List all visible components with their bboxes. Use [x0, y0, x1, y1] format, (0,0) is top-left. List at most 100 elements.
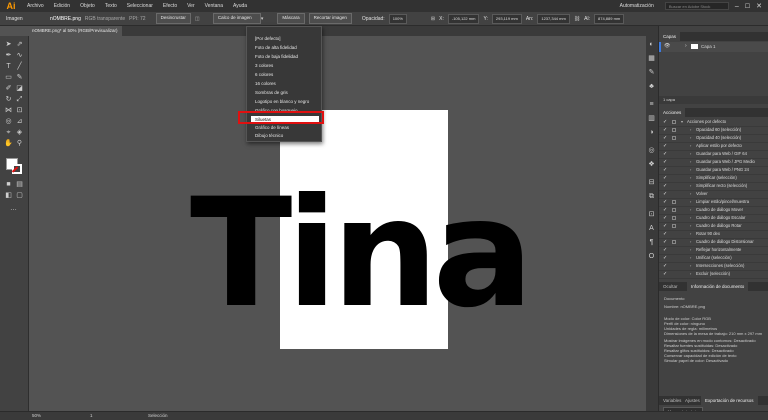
- menu-archivo[interactable]: Archivo: [22, 0, 49, 12]
- y-field[interactable]: 293,119 mm: [491, 13, 522, 24]
- screen-mode-icon[interactable]: ▢: [15, 191, 24, 200]
- selection-tool-icon[interactable]: ➤: [4, 40, 13, 49]
- line-tool-icon[interactable]: ╱: [15, 62, 24, 71]
- pathfinder-panel-icon[interactable]: ⧉: [647, 192, 656, 201]
- preset-6-colores[interactable]: 6 colores: [255, 71, 273, 79]
- visibility-eye-icon[interactable]: 👁: [664, 43, 670, 49]
- tab-capas[interactable]: Capas: [659, 32, 681, 41]
- workspace-switcher[interactable]: Automatización: [615, 0, 659, 12]
- file-info[interactable]: nOMBRE.png: [50, 16, 81, 22]
- canvas-text: Tina: [190, 180, 528, 320]
- pen-tool-icon[interactable]: ✒: [4, 51, 13, 60]
- page-field[interactable]: 1: [90, 413, 93, 418]
- search-input[interactable]: Buscar en Adobe Stock: [664, 2, 729, 10]
- chevron-down-icon[interactable]: ▾: [261, 16, 264, 22]
- align-icon[interactable]: ⊞: [431, 16, 435, 22]
- right-panels: Capas 👁 › Capa 1 1 capa Acciones ✓ ▾ Accio…: [658, 26, 768, 419]
- transparency-panel-icon[interactable]: ◑: [647, 128, 656, 137]
- preset-3-colores[interactable]: 3 colores: [255, 62, 273, 70]
- shaper-tool-icon[interactable]: ✐: [4, 84, 13, 93]
- symbols-panel-icon[interactable]: ♣: [647, 82, 656, 91]
- desincrustar-button[interactable]: Desincrustar: [155, 13, 191, 24]
- tab-exportacion[interactable]: Exportación de recursos: [701, 396, 758, 405]
- close-icon[interactable]: ✕: [756, 2, 762, 10]
- color-mode-icon[interactable]: ■: [4, 180, 13, 189]
- mascara-button[interactable]: Máscara: [277, 13, 305, 24]
- action-row[interactable]: ✓ › Excluir (selección): [659, 270, 768, 279]
- w-label: An:: [525, 15, 534, 22]
- preset-default[interactable]: [Por defecto]: [255, 35, 281, 43]
- tab-ocultar[interactable]: Ocultar: [659, 282, 682, 291]
- transform-panel-icon[interactable]: ⊡: [647, 210, 656, 219]
- direct-selection-tool-icon[interactable]: ⇗: [15, 40, 24, 49]
- zoom-tool-icon[interactable]: ⚲: [15, 139, 24, 148]
- highlight-box: [238, 111, 324, 124]
- gradient-panel-icon[interactable]: ▥: [647, 114, 656, 123]
- link-icon[interactable]: ⛓: [574, 16, 580, 22]
- zoom-field[interactable]: 50%: [32, 413, 41, 418]
- preset-lineas[interactable]: Gráfico de líneas: [255, 124, 289, 132]
- preset-logotipo[interactable]: Logotipo en blanco y negro: [255, 98, 309, 106]
- shape-builder-tool-icon[interactable]: ◎: [4, 117, 13, 126]
- stroke-panel-icon[interactable]: ≡: [647, 100, 656, 109]
- menu-efecto[interactable]: Efecto: [158, 0, 182, 12]
- hand-tool-icon[interactable]: ✋: [4, 139, 13, 148]
- preset-16-colores[interactable]: 16 colores: [255, 80, 276, 88]
- gradient-mode-icon[interactable]: ▤: [15, 180, 24, 189]
- actions-list: ✓ ▾ Acciones por defecto ✓ › Opacidad 60 (se…: [659, 118, 768, 280]
- preset-foto-alta[interactable]: Foto de alta fidelidad: [255, 44, 297, 52]
- edit-original-icon[interactable]: ◫: [195, 16, 209, 22]
- menu-texto[interactable]: Texto: [100, 0, 122, 12]
- width-tool-icon[interactable]: ⋈: [4, 106, 13, 115]
- document-tab[interactable]: nOMBRE.png* al 50% (RGB/Previsualizar): [28, 26, 122, 36]
- type-tool-icon[interactable]: T: [4, 62, 13, 71]
- menu-objeto[interactable]: Objeto: [75, 0, 100, 12]
- brushes-panel-icon[interactable]: ✎: [647, 68, 656, 77]
- h-field[interactable]: 874,889 mm: [594, 13, 625, 24]
- curvature-tool-icon[interactable]: ∿: [15, 51, 24, 60]
- opentype-panel-icon[interactable]: O: [647, 252, 656, 261]
- image-placed[interactable]: Tina: [180, 180, 540, 320]
- more-tools-icon[interactable]: …: [9, 204, 18, 213]
- menu-ventana[interactable]: Ventana: [200, 0, 228, 12]
- rotate-tool-icon[interactable]: ↻: [4, 95, 13, 104]
- calco-dropdown[interactable]: Calco de imagen: [212, 13, 261, 24]
- brush-tool-icon[interactable]: ✎: [15, 73, 24, 82]
- appearance-panel-icon[interactable]: ◎: [647, 146, 656, 155]
- expand-chevron-icon[interactable]: ›: [685, 43, 687, 49]
- align-panel-icon[interactable]: ⊟: [647, 178, 656, 187]
- menu-edicion[interactable]: Edición: [49, 0, 75, 12]
- minimize-icon[interactable]: –: [735, 3, 739, 10]
- rectangle-tool-icon[interactable]: ▭: [4, 73, 13, 82]
- w-field[interactable]: 1237,344 mm: [537, 13, 570, 24]
- blend-tool-icon[interactable]: ◈: [15, 128, 24, 137]
- perspective-tool-icon[interactable]: ⊿: [15, 117, 24, 126]
- opacidad-field[interactable]: 100%: [388, 13, 407, 24]
- preset-foto-baja[interactable]: Foto de baja fidelidad: [255, 53, 298, 61]
- menu-ayuda[interactable]: Ayuda: [228, 0, 252, 12]
- layer-row[interactable]: 👁 › Capa 1: [659, 42, 768, 52]
- bottom-tabbar: Variables Ajustes Exportación de recurso…: [659, 396, 768, 405]
- opacidad-label: Opacidad:: [361, 15, 385, 22]
- tab-acciones[interactable]: Acciones: [659, 108, 686, 117]
- swatches-panel-icon[interactable]: ▦: [647, 54, 656, 63]
- paragraph-panel-icon[interactable]: ¶: [647, 238, 656, 247]
- preset-dibujo-tecnico[interactable]: Dibujo técnico: [255, 132, 283, 140]
- scale-tool-icon[interactable]: ⤢: [15, 95, 24, 104]
- tab-info-documento[interactable]: Información de documento: [687, 282, 749, 291]
- menu-ver[interactable]: Ver: [182, 0, 200, 12]
- preset-sombras-gris[interactable]: Sombras de gris: [255, 89, 288, 97]
- graphic-styles-panel-icon[interactable]: ❖: [647, 160, 656, 169]
- recortar-button[interactable]: Recortar imagen: [308, 13, 352, 24]
- maximize-icon[interactable]: ☐: [745, 3, 750, 10]
- menu-seleccionar[interactable]: Seleccionar: [122, 0, 158, 12]
- eyedropper-tool-icon[interactable]: ⌖: [4, 128, 13, 137]
- draw-mode-icon[interactable]: ◧: [4, 191, 13, 200]
- character-panel-icon[interactable]: A: [647, 224, 656, 233]
- info-line: Nombre: nOMBRE.png: [664, 304, 706, 309]
- layer-name[interactable]: Capa 1: [701, 44, 716, 49]
- color-panel-icon[interactable]: ◐: [647, 40, 656, 49]
- free-transform-tool-icon[interactable]: ⊡: [15, 106, 24, 115]
- eraser-tool-icon[interactable]: ◪: [15, 84, 24, 93]
- x-field[interactable]: -105,122 mm: [447, 13, 480, 24]
